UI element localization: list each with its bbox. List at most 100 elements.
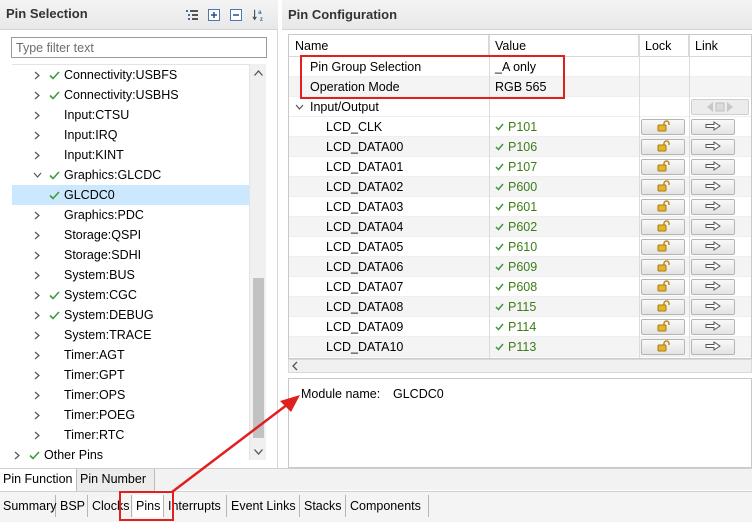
expand-right-icon[interactable] [32,385,42,405]
link-button[interactable] [691,119,735,135]
tree-item[interactable]: System:TRACE [12,325,249,345]
scroll-up-icon[interactable] [250,64,267,81]
tree-item[interactable]: Storage:QSPI [12,225,249,245]
config-row[interactable]: Pin Group Selection _A only [289,57,751,77]
tree-item[interactable]: Graphics:GLCDC [12,165,249,185]
lock-button[interactable] [641,239,685,255]
link-button[interactable] [691,179,735,195]
expand-right-icon[interactable] [32,325,42,345]
group-row-input-output[interactable]: Input/Output [289,97,751,117]
expand-right-icon[interactable] [32,265,42,285]
pin-value[interactable]: P115 [495,297,536,317]
editor-tab-stacks[interactable]: Stacks [301,495,346,517]
expand-right-icon[interactable] [32,225,42,245]
pin-value[interactable]: P602 [495,217,537,237]
config-row-value[interactable]: _A only [495,57,536,77]
pin-row[interactable]: LCD_DATA09 P114 [289,317,751,337]
tree-item[interactable]: Input:CTSU [12,105,249,125]
tree-item[interactable]: Timer:POEG [12,405,249,425]
link-button[interactable] [691,139,735,155]
pin-value[interactable]: P101 [495,117,537,137]
editor-tab-components[interactable]: Components [347,495,429,517]
collapse-all-icon[interactable] [228,7,244,23]
sort-alpha-icon[interactable]: az [251,7,267,23]
link-button[interactable] [691,319,735,335]
pin-value[interactable]: P608 [495,277,537,297]
expand-right-icon[interactable] [32,125,42,145]
pin-row[interactable]: LCD_DATA03 P601 [289,197,751,217]
pin-value[interactable]: P610 [495,237,537,257]
pin-row[interactable]: LCD_DATA08 P115 [289,297,751,317]
link-button[interactable] [691,339,735,355]
table-hscrollbar[interactable] [288,359,752,373]
expand-right-icon[interactable] [32,65,42,85]
column-header-link[interactable]: Link [689,35,751,57]
lock-button[interactable] [641,139,685,155]
filter-input[interactable] [11,37,267,58]
link-all-button[interactable] [691,97,749,117]
tree-item[interactable]: Timer:GPT [12,365,249,385]
link-button[interactable] [691,299,735,315]
link-button[interactable] [691,239,735,255]
tree-item[interactable]: Connectivity:USBHS [12,85,249,105]
expand-right-icon[interactable] [32,365,42,385]
expand-right-icon[interactable] [32,405,42,425]
expand-right-icon[interactable] [32,285,42,305]
pin-row[interactable]: LCD_DATA02 P600 [289,177,751,197]
tree-item[interactable]: Input:KINT [12,145,249,165]
lock-button[interactable] [641,279,685,295]
editor-tab-pins[interactable]: Pins [133,495,164,517]
pin-row[interactable]: LCD_DATA00 P106 [289,137,751,157]
editor-tab-event-links[interactable]: Event Links [228,495,300,517]
lock-button[interactable] [641,199,685,215]
pin-row[interactable]: LCD_DATA10 P113 [289,337,751,357]
editor-tab-interrupts[interactable]: Interrupts [165,495,227,517]
config-row-value[interactable]: RGB 565 [495,77,546,97]
tree-item[interactable]: System:DEBUG [12,305,249,325]
pin-row[interactable]: LCD_DATA05 P610 [289,237,751,257]
tree-item[interactable]: Input:IRQ [12,125,249,145]
editor-tab-bsp[interactable]: BSP [57,495,88,517]
expand-right-icon[interactable] [32,105,42,125]
tab-pin-number[interactable]: Pin Number [77,469,155,491]
tree-item[interactable]: Timer:OPS [12,385,249,405]
lock-button[interactable] [641,119,685,135]
link-button[interactable] [691,259,735,275]
tree-item[interactable]: Graphics:PDC [12,205,249,225]
tree-item[interactable]: System:BUS [12,265,249,285]
pin-value[interactable]: P107 [495,157,537,177]
link-button[interactable] [691,219,735,235]
expand-right-icon[interactable] [32,305,42,325]
lock-button[interactable] [641,339,685,355]
tree-scrollbar[interactable] [249,64,266,460]
expand-down-icon[interactable] [32,165,42,185]
link-button[interactable] [691,279,735,295]
pin-row[interactable]: LCD_DATA06 P609 [289,257,751,277]
pin-row[interactable]: LCD_CLK P101 [289,117,751,137]
expand-right-icon[interactable] [32,425,42,445]
tree-item[interactable]: Other Pins [12,445,249,460]
expand-right-icon[interactable] [12,445,22,460]
pin-value[interactable]: P601 [495,197,537,217]
pin-value[interactable]: P114 [495,317,536,337]
tree-item[interactable]: System:CGC [12,285,249,305]
tree-item[interactable]: Timer:AGT [12,345,249,365]
lock-button[interactable] [641,159,685,175]
editor-tab-summary[interactable]: Summary [0,495,56,517]
lock-button[interactable] [641,179,685,195]
pin-value[interactable]: P600 [495,177,537,197]
column-header-name[interactable]: Name [289,35,489,57]
pin-value[interactable]: P113 [495,337,536,357]
lock-button[interactable] [641,299,685,315]
expand-right-icon[interactable] [32,145,42,165]
expand-all-icon[interactable] [206,7,222,23]
column-header-lock[interactable]: Lock [639,35,689,57]
tree-item[interactable]: Connectivity:USBFS [12,65,249,85]
pin-row[interactable]: LCD_DATA07 P608 [289,277,751,297]
editor-tab-clocks[interactable]: Clocks [89,495,132,517]
lock-button[interactable] [641,319,685,335]
expand-right-icon[interactable] [32,205,42,225]
tab-pin-function[interactable]: Pin Function [0,469,77,491]
scroll-left-icon[interactable] [291,361,300,371]
tree-view-icon[interactable] [184,7,200,23]
